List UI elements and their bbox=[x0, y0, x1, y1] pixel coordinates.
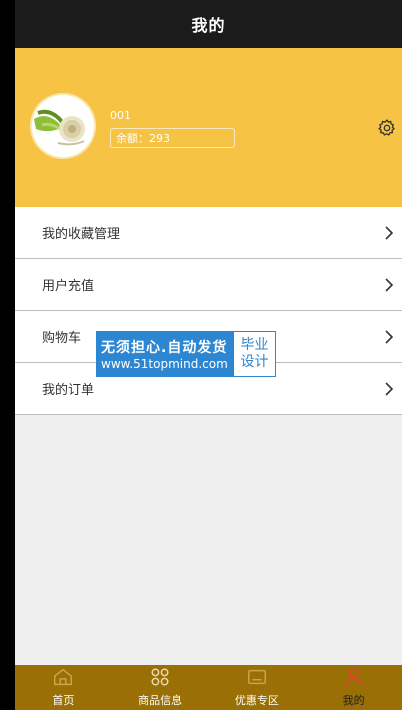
menu-item-label: 用户充值 bbox=[42, 279, 95, 294]
left-edge-strip bbox=[0, 0, 15, 710]
balance-label: 余额： bbox=[116, 132, 149, 145]
top-bar: 我的 bbox=[15, 0, 402, 48]
balance-box: 余额： 293 bbox=[110, 128, 235, 148]
avatar-image bbox=[32, 95, 94, 157]
tab-home[interactable]: 首页 bbox=[15, 665, 112, 710]
watermark-line1: 无须担心.自动发货 bbox=[101, 340, 228, 356]
tab-promotions[interactable]: 优惠专区 bbox=[209, 665, 306, 710]
watermark-badge-line1: 毕业 bbox=[240, 337, 269, 353]
avatar[interactable] bbox=[32, 95, 94, 157]
tab-label: 我的 bbox=[342, 694, 365, 707]
watermark-text-block: 无须担心.自动发货 www.51topmind.com bbox=[97, 332, 234, 376]
menu-item-label: 我的收藏管理 bbox=[42, 227, 121, 242]
user-icon bbox=[345, 668, 363, 687]
tab-label: 优惠专区 bbox=[234, 694, 279, 707]
tab-label: 首页 bbox=[52, 694, 75, 707]
chevron-right-icon bbox=[385, 329, 394, 344]
menu-item-recharge[interactable]: 用户充值 bbox=[15, 259, 402, 311]
menu-list: 我的收藏管理 用户充值 购物车 我的订单 bbox=[15, 207, 402, 415]
grid-icon bbox=[151, 668, 169, 686]
user-id: 001 bbox=[110, 109, 131, 122]
watermark-badge-line2: 设计 bbox=[240, 354, 269, 370]
balance-value: 293 bbox=[149, 131, 170, 145]
tab-label: 商品信息 bbox=[138, 694, 183, 707]
chevron-right-icon bbox=[385, 277, 394, 292]
card-icon bbox=[247, 669, 266, 685]
page-title: 我的 bbox=[191, 16, 226, 35]
settings-gear-icon[interactable] bbox=[377, 118, 397, 138]
menu-item-label: 我的订单 bbox=[42, 383, 95, 398]
tab-mine[interactable]: 我的 bbox=[305, 665, 402, 710]
watermark-badge: 毕业 设计 bbox=[234, 332, 275, 376]
watermark-line2: www.51topmind.com bbox=[101, 357, 228, 371]
tab-products[interactable]: 商品信息 bbox=[112, 665, 209, 710]
chevron-right-icon bbox=[385, 225, 394, 240]
chevron-right-icon bbox=[385, 381, 394, 396]
home-icon bbox=[54, 668, 73, 686]
menu-item-favorites[interactable]: 我的收藏管理 bbox=[15, 207, 402, 259]
profile-header: 001 余额： 293 bbox=[15, 48, 402, 207]
watermark-overlay: 无须担心.自动发货 www.51topmind.com 毕业 设计 bbox=[96, 331, 276, 377]
menu-item-label: 购物车 bbox=[42, 331, 82, 346]
bottom-tab-bar: 首页 商品信息 优惠专区 我的 bbox=[15, 665, 402, 710]
